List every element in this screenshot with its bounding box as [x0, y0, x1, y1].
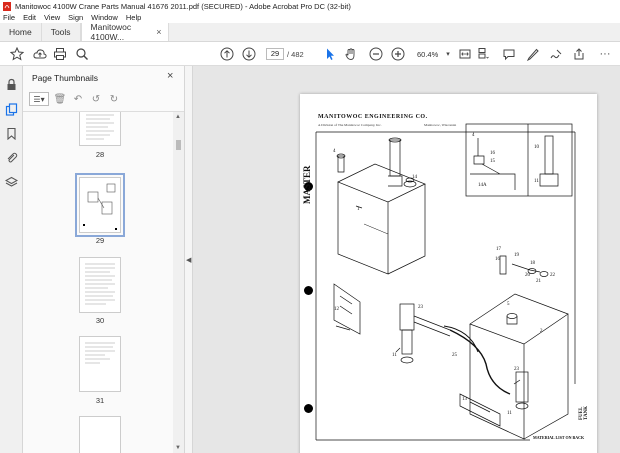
- menu-view[interactable]: View: [44, 13, 60, 22]
- rotate-right-icon[interactable]: ↻: [107, 92, 121, 106]
- svg-text:19: 19: [514, 253, 520, 258]
- svg-text:4: 4: [333, 149, 336, 154]
- more-options-icon[interactable]: ···: [598, 47, 612, 61]
- hand-tool-icon[interactable]: [344, 47, 358, 61]
- previous-page-icon[interactable]: [220, 47, 234, 61]
- window-title: Manitowoc 4100W Crane Parts Manual 41676…: [15, 1, 351, 11]
- main-toolbar: 29 / 482 60.4% ▾ ···: [0, 42, 620, 66]
- panel-collapse-handle[interactable]: ◀: [185, 66, 193, 453]
- chevron-down-icon[interactable]: ▾: [441, 47, 455, 61]
- page-thumbnails-icon[interactable]: [5, 103, 18, 116]
- menu-file[interactable]: File: [3, 13, 15, 22]
- zoom-out-icon[interactable]: [369, 47, 383, 61]
- svg-text:4: 4: [472, 133, 475, 138]
- svg-text:16: 16: [495, 257, 501, 262]
- menu-window[interactable]: Window: [91, 13, 118, 22]
- zoom-level-dropdown[interactable]: 60.4%: [417, 50, 438, 59]
- svg-text:10: 10: [534, 145, 540, 150]
- undo-icon[interactable]: ↶: [71, 92, 85, 106]
- rotate-left-icon[interactable]: ↺: [89, 92, 103, 106]
- close-panel-icon[interactable]: ×: [167, 70, 173, 82]
- thumbnail-scrollbar[interactable]: ▲ ▼: [173, 112, 184, 453]
- tab-document-label: Manitowoc 4100W...: [90, 22, 132, 42]
- star-icon[interactable]: [10, 47, 24, 61]
- document-view[interactable]: MANITOWOC ENGINEERING CO. A Division of …: [193, 66, 620, 453]
- scrolling-mode-icon[interactable]: [476, 47, 490, 61]
- master-stamp: MASTER: [302, 165, 312, 204]
- print-icon[interactable]: [53, 47, 67, 61]
- scroll-up-icon[interactable]: ▲: [175, 114, 181, 120]
- menu-sign[interactable]: Sign: [68, 13, 83, 22]
- menu-help[interactable]: Help: [126, 13, 141, 22]
- material-list-note: MATERIAL LIST ON BACK: [533, 435, 585, 440]
- svg-text:14: 14: [412, 175, 418, 180]
- thumbnail-page-32[interactable]: [79, 416, 121, 453]
- trash-icon[interactable]: 🗑: [53, 92, 67, 106]
- svg-text:23: 23: [418, 305, 424, 310]
- svg-text:15: 15: [490, 159, 496, 164]
- left-navigation-rail: [0, 66, 23, 453]
- collapse-arrow-icon[interactable]: ◀: [186, 256, 191, 264]
- svg-text:1: 1: [357, 207, 360, 212]
- lock-icon[interactable]: [5, 78, 18, 91]
- select-cursor-icon[interactable]: [323, 47, 337, 61]
- search-icon[interactable]: [75, 47, 89, 61]
- svg-text:17: 17: [496, 247, 502, 252]
- bookmark-icon[interactable]: [5, 127, 18, 140]
- scroll-down-icon[interactable]: ▼: [175, 445, 181, 451]
- svg-text:23: 23: [514, 367, 520, 372]
- acrobat-pdf-icon: [3, 1, 11, 11]
- panel-toolbar: ☰▾ 🗑 ↶ ↺ ↻: [29, 91, 125, 107]
- tab-bar: Home Tools Manitowoc 4100W... ×: [0, 22, 620, 42]
- fuel-tank-exploded-drawing: 4 14 1 12 23 11 2 13 11 5 17 16 19 18 21…: [315, 123, 576, 441]
- page-thumbnails-panel: Page Thumbnails × ☰▾ 🗑 ↶ ↺ ↻ 28 29 30 31…: [23, 66, 185, 453]
- thumbnail-list: 28 29 30 31: [23, 112, 173, 453]
- next-page-icon[interactable]: [242, 47, 256, 61]
- panel-title: Page Thumbnails: [32, 73, 98, 83]
- svg-text:14A: 14A: [478, 183, 487, 188]
- scrollbar-thumb[interactable]: [176, 140, 181, 150]
- comment-icon[interactable]: [502, 47, 516, 61]
- tab-document[interactable]: Manitowoc 4100W... ×: [80, 22, 169, 42]
- layers-icon[interactable]: [5, 176, 18, 189]
- svg-text:11: 11: [507, 411, 512, 416]
- svg-text:25: 25: [452, 353, 458, 358]
- title-bar: Manitowoc 4100W Crane Parts Manual 41676…: [0, 0, 620, 12]
- thumbnail-page-31[interactable]: [79, 336, 121, 392]
- pdf-page: MANITOWOC ENGINEERING CO. A Division of …: [300, 94, 597, 453]
- fill-sign-icon[interactable]: [549, 47, 563, 61]
- highlight-pen-icon[interactable]: [526, 47, 540, 61]
- svg-text:22: 22: [550, 273, 556, 278]
- thumbnail-page-28[interactable]: [79, 112, 121, 146]
- thumbnail-page-29[interactable]: [75, 173, 125, 237]
- tab-tools[interactable]: Tools: [42, 23, 81, 41]
- svg-text:11: 11: [392, 353, 397, 358]
- svg-text:16: 16: [490, 151, 496, 156]
- share-icon[interactable]: [572, 47, 586, 61]
- svg-text:5: 5: [507, 302, 510, 307]
- page-side-title: FUEL TANK: [579, 405, 589, 420]
- zoom-in-icon[interactable]: [391, 47, 405, 61]
- close-tab-icon[interactable]: ×: [156, 27, 161, 37]
- page-number-input[interactable]: 29: [266, 48, 284, 60]
- attachment-icon[interactable]: [5, 151, 18, 164]
- svg-text:21: 21: [536, 279, 542, 284]
- thumbnail-label: 29: [95, 236, 105, 245]
- svg-text:18: 18: [530, 261, 536, 266]
- svg-text:12: 12: [334, 307, 340, 312]
- thumbnail-label: 28: [95, 150, 105, 159]
- svg-text:13: 13: [462, 397, 468, 402]
- thumbnail-options-dropdown[interactable]: ☰▾: [29, 92, 49, 106]
- page-total: / 482: [287, 50, 304, 59]
- tab-home[interactable]: Home: [0, 23, 42, 41]
- fit-page-icon[interactable]: [458, 47, 472, 61]
- svg-text:11: 11: [534, 179, 539, 184]
- thumbnail-page-30[interactable]: [79, 257, 121, 313]
- thumbnail-label: 31: [95, 396, 105, 405]
- menu-edit[interactable]: Edit: [23, 13, 36, 22]
- svg-text:20: 20: [525, 273, 531, 278]
- thumbnail-label: 30: [95, 316, 105, 325]
- cloud-upload-icon[interactable]: [33, 47, 47, 61]
